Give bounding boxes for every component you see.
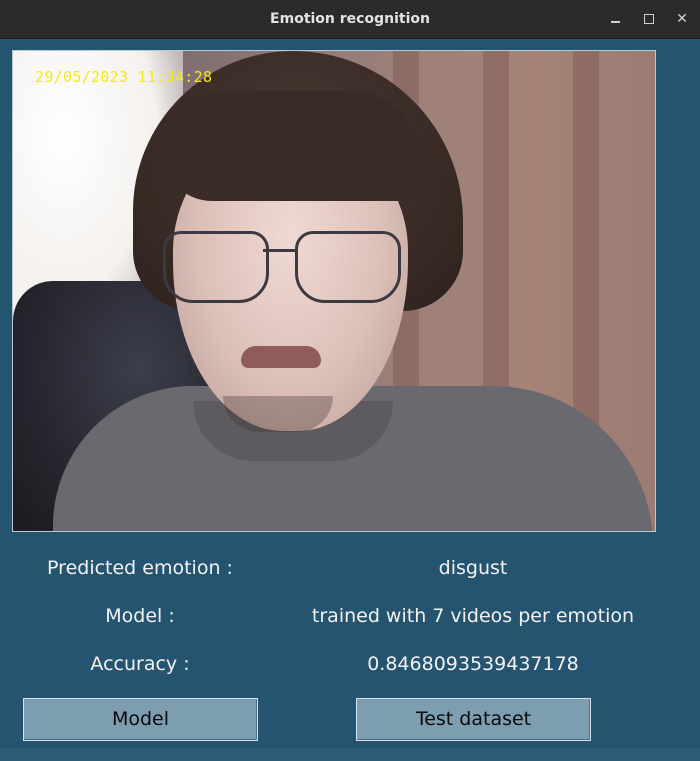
app-window: Emotion recognition ✕ 29/05/2023 11:34:2…	[0, 0, 700, 761]
feed-timestamp: 29/05/2023 11:34:28	[35, 68, 213, 86]
predicted-emotion-label: Predicted emotion :	[47, 557, 233, 579]
test-dataset-button[interactable]: Test dataset	[356, 698, 591, 741]
accuracy-label: Accuracy :	[90, 653, 190, 675]
glasses-lens-left	[163, 231, 269, 303]
maximize-icon[interactable]	[639, 9, 659, 29]
bottom-edge	[0, 748, 700, 761]
model-button[interactable]: Model	[23, 698, 258, 741]
glasses-lens-right	[295, 231, 401, 303]
glasses	[163, 231, 403, 303]
predicted-emotion-value: disgust	[438, 557, 508, 579]
person-mouth	[241, 346, 321, 368]
close-icon[interactable]: ✕	[672, 9, 692, 29]
window-title: Emotion recognition	[270, 11, 430, 27]
model-value: trained with 7 videos per emotion	[311, 605, 635, 627]
glasses-bridge	[263, 249, 295, 252]
title-bar[interactable]: Emotion recognition ✕	[0, 0, 700, 39]
accuracy-value: 0.8468093539437178	[367, 653, 579, 675]
model-label: Model :	[105, 605, 175, 627]
camera-feed: 29/05/2023 11:34:28	[12, 50, 656, 532]
person-fringe	[163, 91, 423, 201]
minimize-icon[interactable]	[605, 9, 625, 29]
